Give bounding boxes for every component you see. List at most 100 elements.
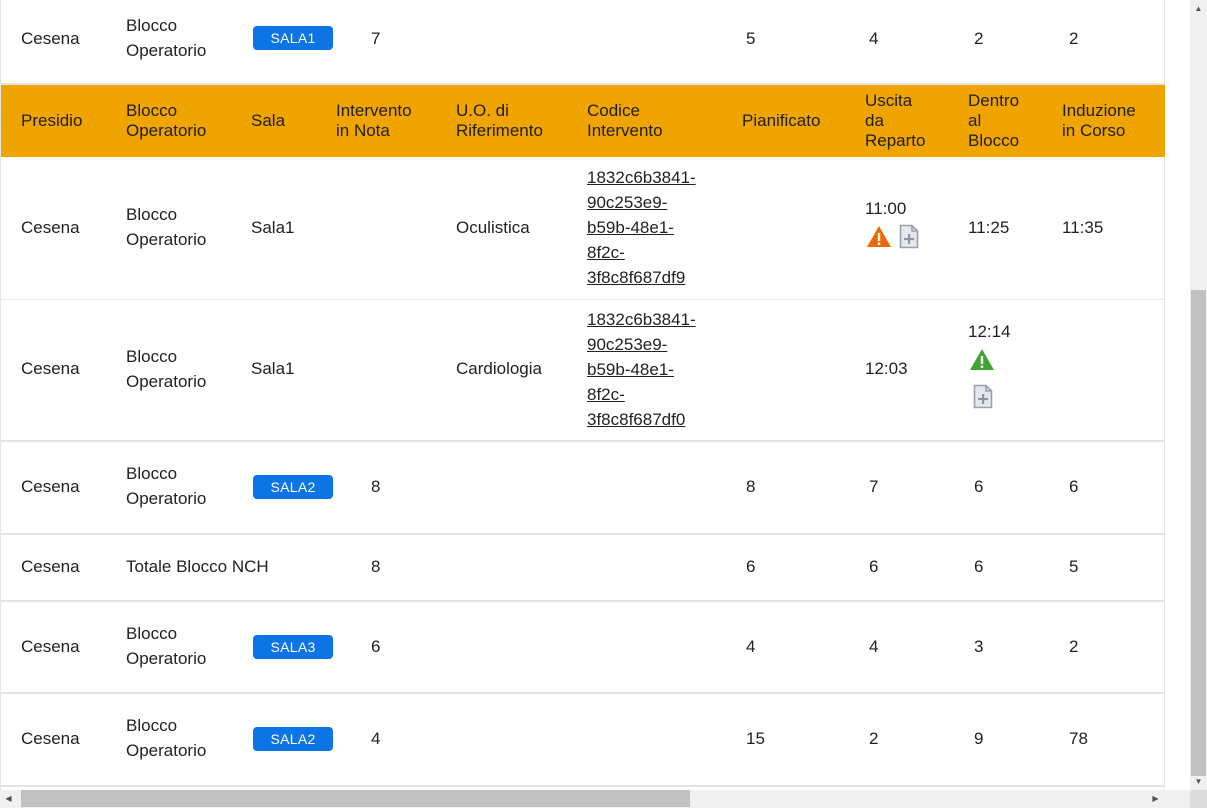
vertical-scroll-thumb[interactable] — [1191, 290, 1206, 776]
cell-induzione: 6 — [1069, 477, 1079, 496]
cell-blocco-line1: Blocco — [126, 347, 178, 366]
header-blocco-line2: Operatorio — [126, 121, 207, 140]
header-intervento-line1: Intervento — [336, 101, 412, 120]
cell-uo: Cardiologia — [456, 359, 542, 378]
cell-induzione: 2 — [1069, 29, 1079, 48]
cell-presidio: Cesena — [21, 29, 80, 48]
sala-badge[interactable]: SALA1 — [253, 26, 333, 50]
header-uo-line2: Riferimento — [456, 121, 543, 140]
warning-triangle-icon[interactable] — [866, 225, 892, 253]
header-dentro-line1: Dentro — [968, 91, 1020, 110]
table-viewport: Cesena Blocco Operatorio SALA1 7 5 4 2 2… — [0, 0, 1190, 790]
header-blocco-line1: Blocco — [126, 101, 178, 120]
document-add-icon[interactable] — [899, 224, 919, 254]
cell-intervento: 8 — [371, 557, 381, 576]
header-uscita-line2: da — [865, 111, 884, 130]
cell-induzione: 78 — [1069, 729, 1088, 748]
codice-line: 1832c6b3841- — [587, 168, 696, 187]
table-row-summary-sala2-bottom: Cesena Blocco Operatorio SALA2 4 15 2 9 … — [1, 694, 1165, 787]
header-induzione-line2: in Corso — [1062, 121, 1126, 140]
cell-uscita: 2 — [869, 729, 879, 748]
codice-line: b59b-48e1- — [587, 360, 674, 379]
header-sala: Sala — [251, 111, 286, 130]
cell-blocco-line2: Operatorio — [126, 372, 207, 391]
vertical-scrollbar[interactable]: ▲ ▼ — [1190, 0, 1207, 790]
scrollbar-corner — [1190, 790, 1207, 808]
horizontal-scrollbar[interactable]: ◀ ▶ — [0, 790, 1190, 808]
table-row-summary-sala1: Cesena Blocco Operatorio SALA1 7 5 4 2 2 — [1, 0, 1165, 85]
cell-uscita: 7 — [869, 477, 879, 496]
cell-blocco-line1: Blocco — [126, 16, 178, 35]
cell-induzione: 2 — [1069, 637, 1079, 656]
operating-room-table: Cesena Blocco Operatorio SALA1 7 5 4 2 2… — [0, 0, 1165, 790]
horizontal-scroll-thumb[interactable] — [21, 790, 690, 807]
header-induzione-line1: Induzione — [1062, 101, 1136, 120]
cell-sala: Sala1 — [251, 218, 295, 237]
codice-intervento-link[interactable]: 1832c6b3841- 90c253e9- b59b-48e1- 8f2c- … — [587, 307, 696, 432]
cell-blocco-total: Totale Blocco NCH — [126, 557, 269, 576]
cell-blocco-line2: Operatorio — [126, 230, 207, 249]
cell-pianificato: 5 — [746, 29, 756, 48]
cell-blocco-line1: Blocco — [126, 624, 178, 643]
cell-intervento: 7 — [371, 29, 381, 48]
header-uscita-line1: Uscita — [865, 91, 913, 110]
codice-line: 8f2c- — [587, 385, 625, 404]
cell-uscita: 4 — [869, 637, 879, 656]
scroll-down-arrow-icon[interactable]: ▼ — [1190, 773, 1207, 790]
codice-line: 3f8c8f687df0 — [587, 410, 686, 429]
header-codice-line2: Intervento — [587, 121, 663, 140]
warning-triangle-icon[interactable] — [969, 348, 995, 376]
codice-line: 1832c6b3841- — [587, 310, 696, 329]
cell-blocco-line2: Operatorio — [126, 741, 207, 760]
cell-dentro: 6 — [974, 557, 984, 576]
cell-uscita: 4 — [869, 29, 879, 48]
cell-dentro: 11:25 — [968, 218, 1010, 237]
document-add-icon[interactable] — [973, 384, 993, 414]
cell-presidio: Cesena — [21, 359, 80, 378]
cell-blocco-line1: Blocco — [126, 716, 178, 735]
cell-uscita: 12:03 — [865, 359, 908, 378]
cell-pianificato: 4 — [746, 637, 756, 656]
sala-badge[interactable]: SALA2 — [253, 475, 333, 499]
header-dentro-line3: Blocco — [968, 131, 1020, 150]
cell-dentro: 2 — [974, 29, 984, 48]
header-pianificato: Pianificato — [742, 111, 821, 130]
cell-dentro-time: 12:14 — [968, 322, 1011, 341]
scroll-right-arrow-icon[interactable]: ▶ — [1147, 790, 1164, 808]
cell-uscita-time: 11:00 — [865, 199, 907, 218]
header-dentro-line2: al — [968, 111, 982, 130]
codice-line: b59b-48e1- — [587, 218, 674, 237]
cell-dentro: 9 — [974, 729, 984, 748]
header-uo-line1: U.O. di — [456, 101, 509, 120]
cell-presidio: Cesena — [21, 557, 80, 576]
scroll-up-arrow-icon[interactable]: ▲ — [1190, 0, 1207, 17]
header-codice-line1: Codice — [587, 101, 640, 120]
codice-line: 8f2c- — [587, 243, 625, 262]
cell-presidio: Cesena — [21, 218, 80, 237]
table-row-detail: Cesena Blocco Operatorio Sala1 Oculistic… — [1, 157, 1165, 300]
cell-blocco-line2: Operatorio — [126, 41, 207, 60]
header-uscita-line3: Reparto — [865, 131, 926, 150]
sala-badge[interactable]: SALA2 — [253, 727, 333, 751]
table-row-detail: Cesena Blocco Operatorio Sala1 Cardiolog… — [1, 300, 1165, 442]
cell-intervento: 4 — [371, 729, 381, 748]
cell-intervento: 8 — [371, 477, 381, 496]
cell-intervento: 6 — [371, 637, 381, 656]
sala-badge[interactable]: SALA3 — [253, 635, 333, 659]
codice-line: 3f8c8f687df9 — [587, 268, 686, 287]
table-row-summary-sala3: Cesena Blocco Operatorio SALA3 6 4 4 3 2 — [1, 602, 1165, 694]
codice-intervento-link[interactable]: 1832c6b3841- 90c253e9- b59b-48e1- 8f2c- … — [587, 165, 696, 290]
cell-blocco-line1: Blocco — [126, 205, 178, 224]
cell-induzione: 5 — [1069, 557, 1079, 576]
cell-induzione: 11:35 — [1062, 218, 1104, 237]
cell-uscita: 6 — [869, 557, 879, 576]
cell-sala: Sala1 — [251, 359, 295, 378]
cell-dentro: 3 — [974, 637, 984, 656]
scroll-left-arrow-icon[interactable]: ◀ — [0, 790, 17, 808]
header-intervento-line2: in Nota — [336, 121, 390, 140]
table-row-total: Cesena Totale Blocco NCH 8 6 6 6 5 — [1, 535, 1165, 602]
cell-presidio: Cesena — [21, 477, 80, 496]
codice-line: 90c253e9- — [587, 193, 668, 212]
cell-blocco-line1: Blocco — [126, 464, 178, 483]
cell-pianificato: 6 — [746, 557, 756, 576]
